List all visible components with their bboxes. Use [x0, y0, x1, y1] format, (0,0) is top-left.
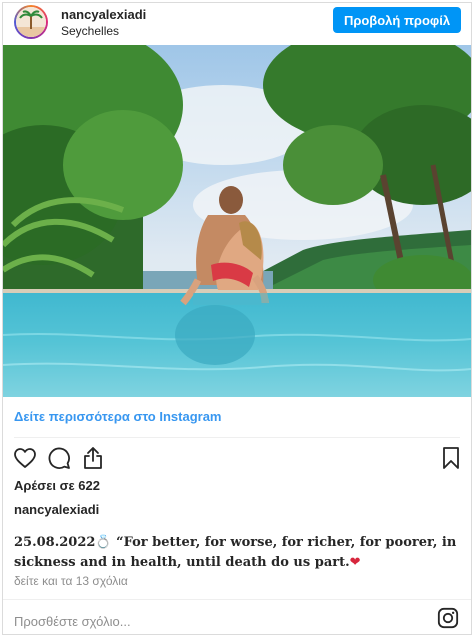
bookmark-icon[interactable] [439, 446, 463, 470]
post-header: nancyalexiadi Seychelles Προβολή προφίλ [3, 3, 471, 45]
comment-icon[interactable] [47, 446, 71, 470]
likes-count[interactable]: Αρέσει σε 622 [14, 478, 100, 493]
view-more-on-instagram-link[interactable]: Δείτε περισσότερα στο Instagram [14, 409, 222, 424]
heart-icon[interactable] [13, 446, 37, 470]
instagram-logo-icon[interactable] [437, 607, 459, 629]
view-profile-button[interactable]: Προβολή προφίλ [333, 7, 461, 33]
post-photo[interactable] [3, 45, 471, 397]
post-caption: 25.08.2022💍 “For better, for worse, for … [14, 533, 462, 573]
heart-emoji: ❤ [349, 555, 361, 570]
divider [14, 437, 460, 438]
post-location[interactable]: Seychelles [61, 24, 119, 38]
ring-emoji: 💍 [95, 535, 112, 550]
post-username[interactable]: nancyalexiadi [61, 7, 146, 22]
view-all-comments-link[interactable]: δείτε και τα 13 σχόλια [14, 574, 128, 588]
instagram-embed-card: nancyalexiadi Seychelles Προβολή προφίλ [2, 2, 472, 635]
share-icon[interactable] [81, 446, 105, 470]
divider [3, 599, 471, 600]
add-comment-input[interactable]: Προσθέστε σχόλιο... [14, 614, 131, 629]
caption-username[interactable]: nancyalexiadi [14, 502, 99, 517]
avatar[interactable] [14, 5, 48, 39]
avatar-image [16, 7, 46, 37]
caption-date: 25.08.2022 [14, 535, 96, 550]
